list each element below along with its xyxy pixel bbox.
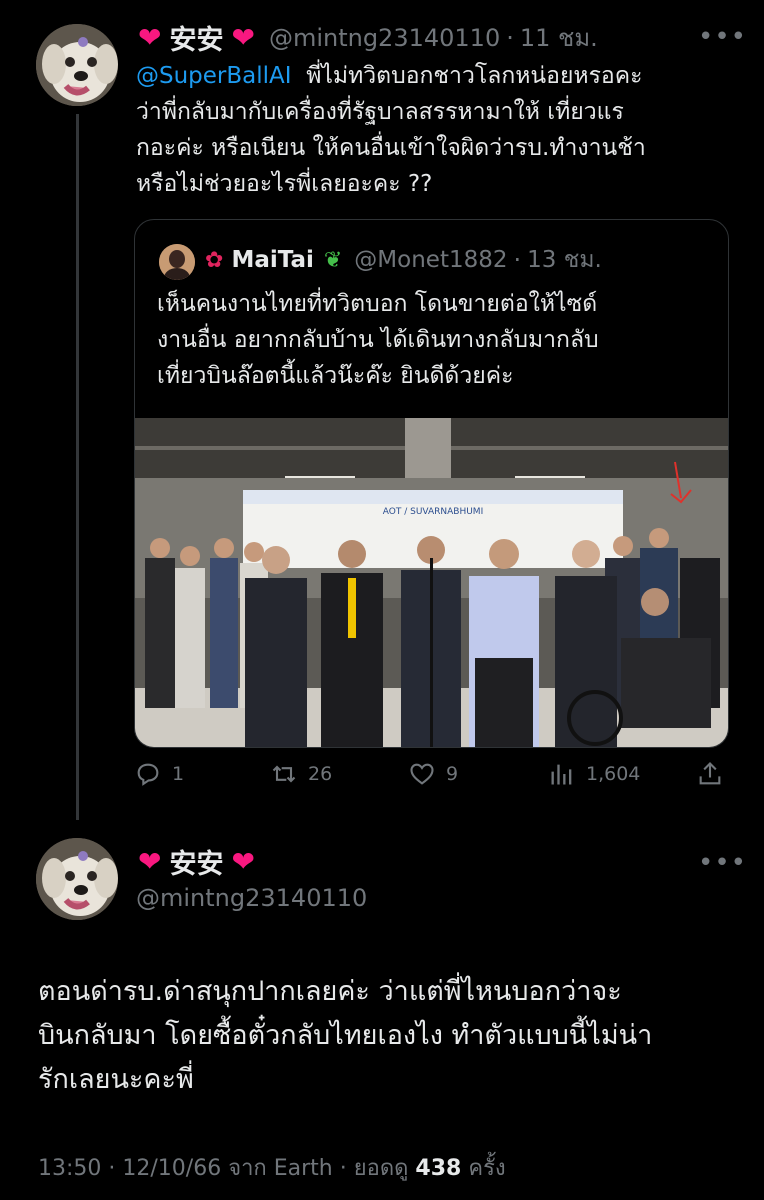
hibiscus-icon: ✿ bbox=[205, 247, 224, 273]
quote-text-line: งานอื่น อยากกลับบ้าน ได้เดินทางกลับมากลั… bbox=[157, 327, 599, 353]
timestamp[interactable]: 13:50 · 12/10/66 bbox=[38, 1156, 221, 1181]
retweet-icon bbox=[272, 765, 296, 783]
reply-avatar[interactable] bbox=[36, 24, 118, 106]
main-text-line: ตอนด่ารบ.ด่าสนุกปากเลยค่ะ ว่าแต่พี่ไหนบอ… bbox=[38, 976, 622, 1007]
main-text-line: รักเลยนะคะพี่ bbox=[38, 1064, 194, 1095]
reply-text-line: กอะค่ะ หรือเนียน ให้คนอื่นเข้าใจผิดว่ารบ… bbox=[136, 135, 646, 161]
views-unit: ครั้ง bbox=[468, 1156, 506, 1181]
views-bar-chart-icon bbox=[551, 764, 572, 785]
reply-text: @SuperBallAI พี่ไม่ทวิตบอกชาวโลกหน่อยหรอ… bbox=[136, 58, 746, 202]
reply-header: ❤ 安安 ❤ @mintng23140110 · 11 ชม. bbox=[138, 18, 598, 57]
more-options-icon[interactable]: ••• bbox=[698, 22, 747, 52]
reply-button[interactable]: 1 bbox=[134, 760, 184, 788]
like-count: 9 bbox=[446, 763, 459, 785]
main-text-line: บินกลับมา โดยซื้อตั๋วกลับไทยเองไง ทำตัวแ… bbox=[38, 1020, 653, 1051]
retweet-count: 26 bbox=[308, 763, 333, 785]
views-count: 1,604 bbox=[586, 763, 641, 785]
reply-count: 1 bbox=[172, 763, 185, 785]
source-label: จาก Earth · bbox=[228, 1156, 347, 1181]
heart-icon: ❤ bbox=[138, 845, 162, 878]
quote-handle[interactable]: @Monet1882 bbox=[354, 247, 507, 273]
more-options-icon[interactable]: ••• bbox=[698, 848, 747, 878]
mention-link[interactable]: @SuperBallAI bbox=[136, 63, 292, 89]
person-avatar-image bbox=[159, 244, 195, 280]
quote-avatar[interactable] bbox=[159, 244, 195, 280]
quoted-tweet-card[interactable]: ✿ MaiTai ❦ @Monet1882 · 13 ชม. เห็นคนงาน… bbox=[134, 219, 729, 748]
main-header-name: ❤ 安安 ❤ bbox=[138, 842, 255, 881]
share-button[interactable] bbox=[696, 760, 734, 788]
main-handle[interactable]: @mintng23140110 bbox=[136, 884, 367, 912]
quote-header: ✿ MaiTai ❦ @Monet1882 · 13 ชม. bbox=[205, 242, 602, 278]
views-button[interactable]: 1,604 bbox=[548, 760, 640, 788]
tweet-meta: 13:50 · 12/10/66 จาก Earth · ยอดดู 438 ค… bbox=[38, 1150, 506, 1185]
reply-display-name[interactable]: 安安 bbox=[169, 18, 223, 57]
reply-handle[interactable]: @mintng23140110 bbox=[269, 24, 500, 52]
herb-icon: ❦ bbox=[323, 247, 343, 273]
reply-icon bbox=[137, 763, 159, 786]
main-tweet-text: ตอนด่ารบ.ด่าสนุกปากเลยค่ะ ว่าแต่พี่ไหนบอ… bbox=[38, 970, 738, 1102]
quote-text-line: เห็นคนงานไทยที่ทวิตบอก โดนขายต่อให้ไซด์ bbox=[157, 291, 598, 317]
like-button[interactable]: 9 bbox=[408, 760, 458, 788]
separator-dot: · bbox=[513, 246, 522, 274]
reply-text-line: หรือไม่ช่วยอะไรพี่เลยอะคะ ?? bbox=[136, 171, 433, 197]
heart-outline-icon bbox=[410, 763, 434, 785]
heart-icon: ❤ bbox=[231, 21, 255, 54]
thread-connector-line bbox=[76, 114, 79, 820]
views-number: 438 bbox=[415, 1156, 462, 1181]
main-avatar[interactable] bbox=[36, 838, 118, 920]
dog-avatar-image bbox=[36, 24, 118, 106]
quote-text-line: เที่ยวบินล๊อตนี้แล้วน๊ะค๊ะ ยินดีด้วยค่ะ bbox=[157, 363, 514, 389]
retweet-button[interactable]: 26 bbox=[270, 760, 332, 788]
quote-photo[interactable]: AOT / SUVARNABHUMI bbox=[135, 418, 728, 747]
airport-group-photo: AOT / SUVARNABHUMI bbox=[135, 418, 728, 747]
views-label: ยอดดู bbox=[353, 1156, 409, 1181]
reply-text-line: พี่ไม่ทวิตบอกชาวโลกหน่อยหรอคะ bbox=[306, 63, 643, 89]
main-display-name[interactable]: 安安 bbox=[169, 842, 223, 881]
share-icon bbox=[699, 762, 721, 785]
reply-text-line: ว่าพี่กลับมากับเครื่องที่รัฐบาลสรรหามาให… bbox=[136, 99, 624, 125]
quote-time[interactable]: 13 ชม. bbox=[527, 242, 602, 278]
heart-icon: ❤ bbox=[231, 845, 255, 878]
separator-dot: · bbox=[506, 23, 514, 52]
quote-display-name[interactable]: MaiTai bbox=[231, 247, 313, 273]
heart-icon: ❤ bbox=[138, 21, 162, 54]
sign-text: AOT / SUVARNABHUMI bbox=[383, 507, 483, 517]
main-header-handle: @mintng23140110 bbox=[136, 884, 367, 912]
reply-time[interactable]: 11 ชม. bbox=[520, 18, 598, 57]
dog-avatar-image bbox=[36, 838, 118, 920]
quote-text: เห็นคนงานไทยที่ทวิตบอก โดนขายต่อให้ไซด์ … bbox=[157, 286, 717, 394]
tweet-action-bar: 1 26 9 1,604 bbox=[134, 760, 734, 794]
